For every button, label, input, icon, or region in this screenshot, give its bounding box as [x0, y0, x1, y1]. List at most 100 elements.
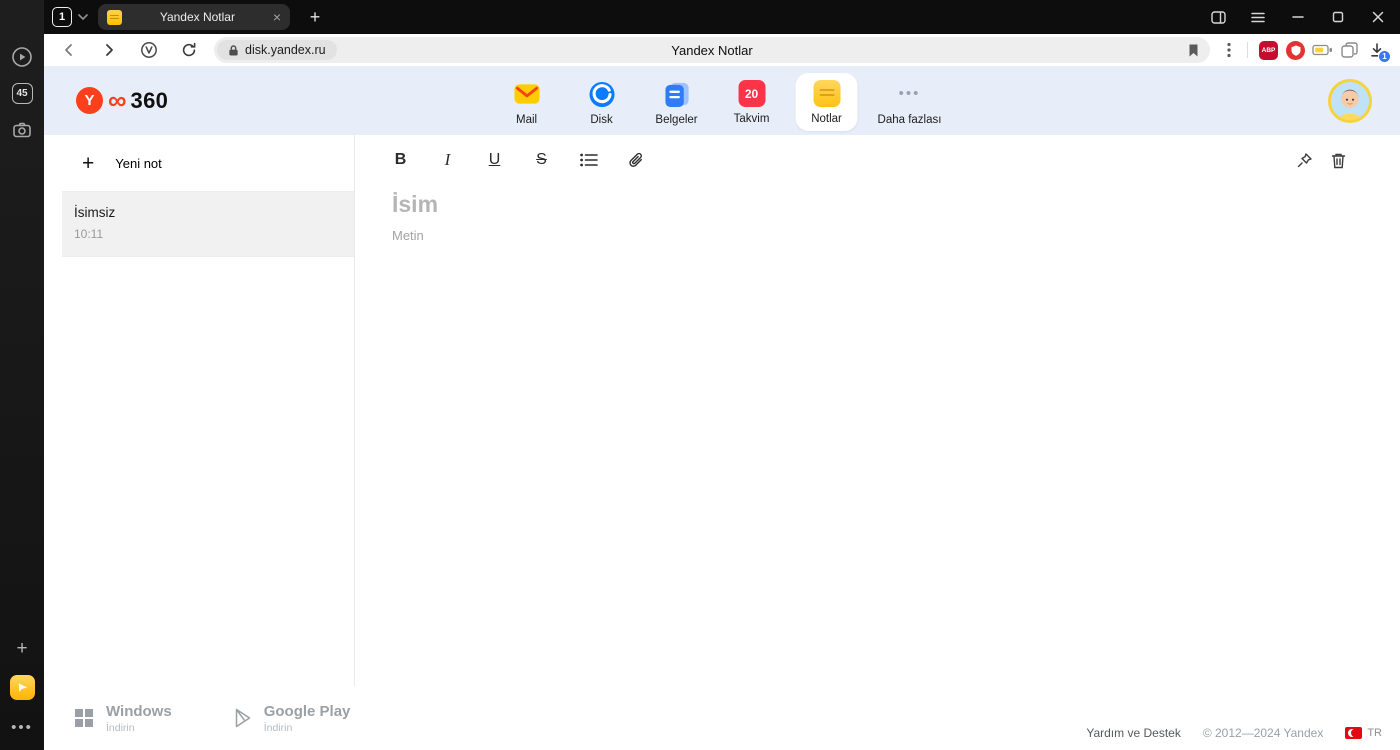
app-action: İndirin — [263, 721, 293, 734]
screenshot-camera-icon[interactable] — [11, 119, 33, 141]
notes-app: + Yeni not İsimsiz 10:11 B I U S İsim Me… — [44, 135, 1400, 686]
note-body-input[interactable]: Metin — [392, 228, 1360, 243]
editor-body: İsim Metin — [355, 185, 1400, 243]
collections-extension-icon[interactable] — [1336, 37, 1363, 63]
notes-list-panel: + Yeni not İsimsiz 10:11 — [44, 135, 355, 686]
service-nav-label: Takvim — [733, 113, 770, 125]
service-nav-more[interactable]: ••• Daha fazlası — [871, 73, 949, 132]
address-text: disk.yandex.ru — [245, 43, 326, 57]
page: Y ∞ 360 Mail Disk Belgeler 20 Takvim Not… — [44, 66, 1400, 750]
google-play-download-link[interactable]: Google Play İndirin — [234, 702, 351, 734]
address-bar[interactable]: disk.yandex.ru Yandex Notlar — [214, 37, 1210, 63]
service-nav-notes[interactable]: Notlar — [795, 73, 858, 131]
new-note-label: Yeni not — [115, 155, 162, 171]
tab-group-count-button[interactable]: 1 — [52, 7, 72, 27]
address-bar-page-title: Yandex Notlar — [671, 42, 753, 58]
notes-icon — [813, 80, 841, 107]
help-support-link[interactable]: Yardım ve Destek — [1086, 726, 1180, 740]
bookmark-flag-icon[interactable] — [1187, 43, 1200, 58]
minimize-icon[interactable] — [1290, 9, 1306, 25]
battery-extension-icon[interactable] — [1309, 37, 1336, 63]
new-tab-button[interactable]: + — [303, 5, 327, 29]
maximize-icon[interactable] — [1330, 9, 1346, 25]
forward-button[interactable] — [94, 37, 124, 63]
service-nav-calendar[interactable]: 20 Takvim — [721, 73, 783, 131]
tabs-count-badge[interactable]: 45 — [11, 83, 33, 104]
editor-toolbar: B I U S — [355, 135, 1400, 185]
avatar[interactable] — [1328, 78, 1372, 123]
bold-button[interactable]: B — [377, 143, 424, 177]
italic-button[interactable]: I — [424, 143, 471, 177]
turkey-flag-icon — [1345, 727, 1363, 739]
adblock-extension-icon[interactable]: ABP — [1255, 37, 1282, 63]
back-button[interactable] — [54, 37, 84, 63]
service-nav-label: Belgeler — [655, 114, 698, 126]
note-list-item[interactable]: İsimsiz 10:11 — [62, 192, 354, 257]
browser-sidebar: 45 + ••• — [0, 0, 44, 750]
sidebar-more-icon[interactable]: ••• — [11, 716, 33, 738]
loop-icon: ∞ — [108, 84, 127, 115]
service-nav-disk[interactable]: Disk — [571, 73, 633, 132]
service-nav-mail[interactable]: Mail — [496, 73, 558, 132]
refresh-button[interactable] — [174, 37, 204, 63]
windows-download-link[interactable]: Windows İndirin — [74, 703, 172, 734]
service-nav-documents[interactable]: Belgeler — [646, 73, 708, 132]
services-nav: Mail Disk Belgeler 20 Takvim Notlar ••• … — [496, 73, 949, 132]
plus-icon: + — [82, 151, 95, 175]
notes-favicon-icon — [107, 9, 122, 25]
pin-note-button[interactable] — [1288, 144, 1320, 176]
delete-note-button[interactable] — [1322, 144, 1354, 176]
yandex360-header: Y ∞ 360 Mail Disk Belgeler 20 Takvim Not… — [44, 66, 1400, 135]
yandex-browser-logo-icon[interactable] — [9, 675, 35, 700]
yandex-protect-button[interactable] — [134, 37, 164, 63]
list-button[interactable] — [565, 143, 612, 177]
service-nav-label: Mail — [515, 114, 538, 126]
menu-hamburger-icon[interactable] — [1250, 9, 1266, 25]
note-editor: B I U S İsim Metin — [355, 135, 1400, 686]
close-icon[interactable] — [1370, 9, 1386, 25]
mail-icon — [513, 80, 541, 108]
language-code: TR — [1367, 727, 1382, 739]
documents-icon — [663, 80, 691, 108]
play-video-icon[interactable] — [11, 46, 33, 68]
service-nav-label: Daha fazlası — [877, 114, 942, 126]
tab-close-icon[interactable]: × — [273, 10, 281, 24]
logo-360-text: 360 — [130, 87, 169, 113]
browser-tab[interactable]: Yandex Notlar × — [98, 4, 290, 30]
yandex-y-icon: Y — [76, 87, 103, 114]
domain-chip[interactable]: disk.yandex.ru — [217, 40, 337, 60]
tab-title: Yandex Notlar — [159, 10, 235, 24]
shield-extension-icon[interactable] — [1282, 37, 1309, 63]
footer-right: Yardım ve Destek © 2012—2024 Yandex TR — [1086, 726, 1382, 750]
side-panel-icon[interactable] — [1210, 9, 1226, 25]
service-nav-label: Notlar — [811, 113, 842, 125]
downloads-button[interactable]: 1 — [1363, 37, 1391, 63]
calendar-icon: 20 — [738, 80, 766, 107]
new-note-button[interactable]: + Yeni not — [62, 135, 354, 192]
app-action: İndirin — [106, 721, 135, 734]
page-footer: Windows İndirin Google Play İndirin Yard… — [44, 686, 1400, 750]
attach-button[interactable] — [612, 143, 659, 177]
sidebar-add-icon[interactable]: + — [11, 637, 33, 659]
service-nav-label: Disk — [590, 114, 613, 126]
strikethrough-button[interactable]: S — [518, 143, 565, 177]
app-name: Windows — [106, 702, 172, 720]
download-count-badge: 1 — [1378, 50, 1391, 63]
language-selector[interactable]: TR — [1345, 727, 1382, 739]
disk-icon — [588, 80, 616, 108]
underline-button[interactable]: U — [471, 143, 518, 177]
browser-window: 1 Yandex Notlar × + disk.yandex.ru Yande… — [44, 0, 1400, 750]
tab-list-chevron-down-icon[interactable] — [78, 14, 88, 20]
lock-icon — [228, 44, 239, 57]
toolbar-divider — [1247, 42, 1248, 58]
yandex360-logo[interactable]: Y ∞ 360 — [76, 87, 168, 115]
note-title-input[interactable]: İsim — [392, 191, 1360, 218]
google-play-logo-icon — [234, 708, 252, 728]
note-time: 10:11 — [74, 227, 104, 241]
app-name: Google Play — [263, 702, 351, 720]
toolbar-more-icon[interactable] — [1218, 37, 1240, 63]
more-dots-icon: ••• — [898, 85, 921, 102]
tab-bar: 1 Yandex Notlar × + — [44, 0, 1400, 34]
browser-toolbar: disk.yandex.ru Yandex Notlar ABP 1 — [44, 34, 1400, 66]
windows-logo-icon — [74, 708, 94, 728]
